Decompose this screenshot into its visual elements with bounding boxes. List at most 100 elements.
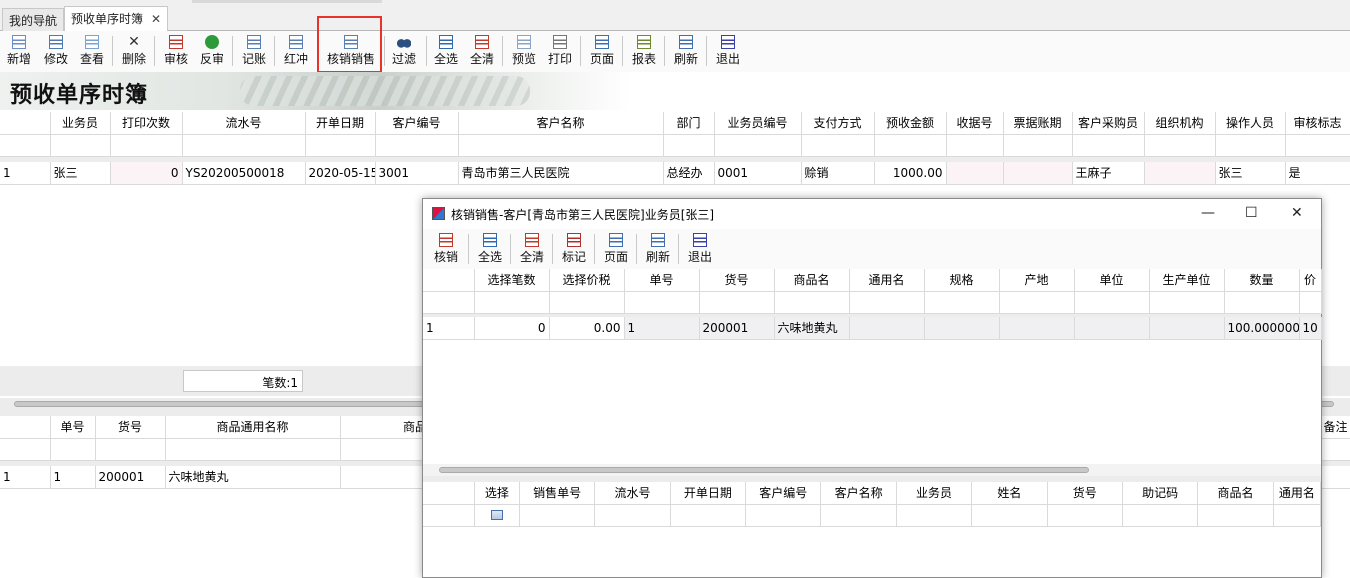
filter-cell[interactable] — [896, 504, 973, 527]
filter-cell[interactable] — [670, 504, 747, 527]
column-header[interactable]: 商品名 — [774, 269, 850, 292]
filter-cell[interactable] — [1047, 504, 1123, 527]
column-header[interactable]: 选择 — [474, 482, 520, 505]
filter-cell[interactable] — [1224, 291, 1300, 314]
filter-cell[interactable] — [1285, 134, 1350, 157]
column-header[interactable]: 价 — [1299, 269, 1322, 292]
column-header[interactable]: 支付方式 — [801, 112, 875, 135]
filter-cell[interactable] — [745, 504, 822, 527]
column-header[interactable]: 通用名 — [849, 269, 925, 292]
table-cell[interactable]: YS20200500018 — [182, 162, 306, 185]
column-header[interactable]: 选择价税 — [549, 269, 625, 292]
table-cell[interactable]: 200001 — [95, 466, 166, 489]
filter-cell[interactable] — [971, 504, 1048, 527]
column-header[interactable]: 业务员 — [50, 112, 111, 135]
maximize-icon[interactable]: ☐ — [1245, 205, 1258, 221]
table-cell[interactable]: 张三 — [50, 162, 111, 185]
report-button[interactable]: 报表 — [630, 33, 658, 69]
filter-cell[interactable] — [999, 291, 1075, 314]
filter-cell[interactable] — [305, 134, 376, 157]
column-header[interactable] — [423, 269, 475, 292]
close-icon[interactable]: ✕ — [151, 12, 161, 26]
table-cell[interactable]: 六味地黄丸 — [774, 317, 850, 340]
filter-cell[interactable] — [95, 438, 166, 461]
filter-cell[interactable] — [0, 134, 51, 157]
filter-cell[interactable] — [375, 134, 459, 157]
table-cell[interactable] — [1074, 317, 1150, 340]
filter-cell[interactable] — [1215, 134, 1286, 157]
table-cell[interactable]: 是 — [1285, 162, 1350, 185]
filter-cell[interactable] — [663, 134, 715, 157]
delete-button[interactable]: ✕ 删除 — [120, 33, 148, 69]
table-cell[interactable] — [999, 317, 1075, 340]
column-header[interactable]: 选择笔数 — [474, 269, 550, 292]
table-cell[interactable]: 1000.00 — [874, 162, 947, 185]
column-header[interactable]: 流水号 — [594, 482, 671, 505]
table-cell[interactable]: 0 — [110, 162, 183, 185]
table-cell[interactable] — [1320, 466, 1350, 489]
column-header[interactable]: 货号 — [95, 416, 166, 439]
filter-cell[interactable] — [1273, 504, 1322, 527]
table-cell[interactable]: 0001 — [714, 162, 802, 185]
table-cell[interactable]: 赊销 — [801, 162, 875, 185]
column-header[interactable]: 货号 — [1047, 482, 1123, 505]
column-header[interactable]: 客户名称 — [820, 482, 897, 505]
filter-cell[interactable] — [458, 134, 664, 157]
unaudit-button[interactable]: 反审 — [198, 33, 226, 69]
column-header[interactable]: 商品通用名称 — [165, 416, 341, 439]
column-header[interactable]: 单位 — [1074, 269, 1150, 292]
column-header[interactable]: 组织机构 — [1144, 112, 1216, 135]
column-header[interactable]: 姓名 — [971, 482, 1048, 505]
column-header[interactable]: 单号 — [624, 269, 700, 292]
column-header[interactable]: 商品名 — [1197, 482, 1274, 505]
column-header[interactable]: 收据号 — [946, 112, 1004, 135]
column-header[interactable]: 规格 — [924, 269, 1000, 292]
filter-cell[interactable] — [1299, 291, 1322, 314]
column-header[interactable]: 客户名称 — [458, 112, 664, 135]
column-header[interactable]: 客户编号 — [375, 112, 459, 135]
column-header[interactable]: 预收金额 — [874, 112, 947, 135]
column-header[interactable]: 开单日期 — [670, 482, 747, 505]
view-button[interactable]: 查看 — [78, 33, 106, 69]
column-header[interactable]: 流水号 — [182, 112, 306, 135]
filter-cell[interactable] — [714, 134, 802, 157]
minimize-icon[interactable]: — — [1201, 205, 1215, 221]
print-button[interactable]: 打印 — [546, 33, 574, 69]
filter-cell[interactable] — [474, 291, 550, 314]
table-cell[interactable]: 10 — [1299, 317, 1322, 340]
table-cell[interactable]: 青岛市第三人民医院 — [458, 162, 664, 185]
refresh-button[interactable]: 刷新 — [672, 33, 700, 69]
select-all-button[interactable]: 全选 — [475, 231, 505, 267]
table-cell[interactable] — [946, 162, 1004, 185]
filter-cell[interactable] — [849, 291, 925, 314]
post-button[interactable]: 记账 — [240, 33, 268, 69]
column-header[interactable]: 单号 — [50, 416, 96, 439]
filter-cell[interactable] — [1074, 291, 1150, 314]
filter-cell[interactable] — [549, 291, 625, 314]
filter-cell[interactable] — [182, 134, 306, 157]
table-cell[interactable]: 六味地黄丸 — [165, 466, 341, 489]
filter-cell[interactable] — [820, 504, 897, 527]
table-cell[interactable] — [849, 317, 925, 340]
exit-button[interactable]: 退出 — [685, 231, 715, 267]
red-reverse-button[interactable]: 红冲 — [282, 33, 310, 69]
edit-button[interactable]: 修改 — [42, 33, 70, 69]
table-cell[interactable]: 王麻子 — [1072, 162, 1145, 185]
column-header[interactable] — [0, 112, 51, 135]
filter-cell[interactable] — [165, 438, 341, 461]
column-header[interactable]: 生产单位 — [1149, 269, 1225, 292]
filter-cell[interactable] — [474, 504, 520, 527]
filter-cell[interactable] — [1144, 134, 1216, 157]
filter-cell[interactable] — [624, 291, 700, 314]
filter-row[interactable] — [423, 504, 1322, 527]
table-cell[interactable]: 1 — [50, 466, 96, 489]
column-header[interactable]: 数量 — [1224, 269, 1300, 292]
column-header[interactable]: 部门 — [663, 112, 715, 135]
filter-cell[interactable] — [801, 134, 875, 157]
column-header[interactable]: 货号 — [699, 269, 775, 292]
column-header[interactable]: 产地 — [999, 269, 1075, 292]
column-header[interactable]: 销售单号 — [519, 482, 596, 505]
table-cell[interactable]: 0 — [474, 317, 550, 340]
dialog-horizontal-scrollbar[interactable] — [423, 464, 1321, 476]
filter-cell[interactable] — [924, 291, 1000, 314]
